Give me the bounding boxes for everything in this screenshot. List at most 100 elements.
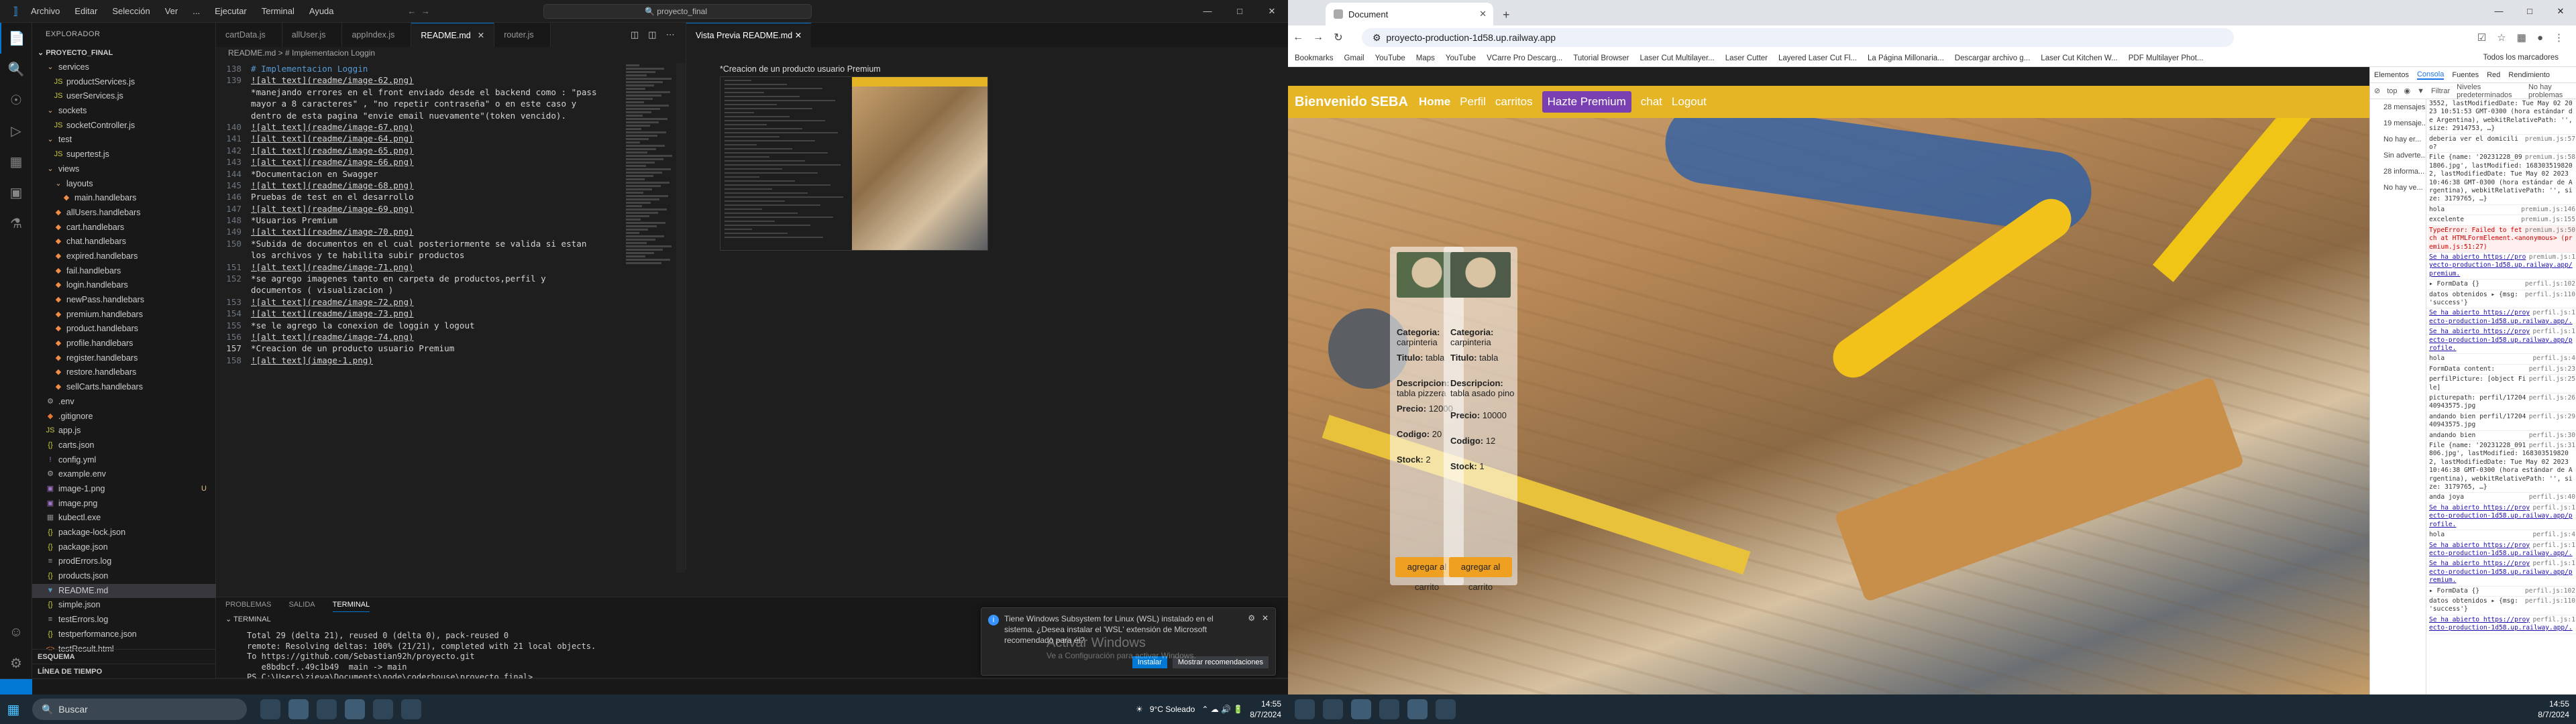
- tree-item-services[interactable]: ⌄ services: [32, 60, 216, 75]
- bookmark-item[interactable]: Maps: [1416, 54, 1435, 62]
- console-entry[interactable]: premium.js:1 Se ha abierto https://proyec…: [2428, 253, 2576, 280]
- devtools-tab-elementos[interactable]: Elementos: [2374, 71, 2409, 79]
- console-sidebar-item[interactable]: No hay ve...: [2370, 180, 2426, 196]
- add-to-cart-button[interactable]: agregar al carrito: [1449, 557, 1512, 592]
- address-bar[interactable]: ⚙ proyecto-production-1d58.up.railway.ap…: [1362, 28, 2234, 47]
- nav-home[interactable]: Home: [1419, 95, 1450, 109]
- extensions-icon[interactable]: ▦: [0, 146, 32, 177]
- tree-item--env[interactable]: ⚙ .env: [32, 395, 216, 410]
- console-source-link[interactable]: perfil.js:1: [2532, 328, 2575, 336]
- tree-item-register-handlebars[interactable]: ◆ register.handlebars: [32, 351, 216, 366]
- tree-item-fail-handlebars[interactable]: ◆ fail.handlebars: [32, 264, 216, 279]
- windows-start-icon[interactable]: [1295, 699, 1315, 719]
- split-editor-icon[interactable]: ◫: [648, 29, 656, 40]
- nav-carritos[interactable]: carritos: [1495, 95, 1533, 109]
- console-source-link[interactable]: perfil.js:1: [2532, 616, 2575, 624]
- console-source-link[interactable]: perfil.js:26: [2529, 394, 2575, 402]
- console-entry[interactable]: perfil.js:102 ▸ FormData {}: [2428, 280, 2576, 290]
- account-icon[interactable]: ☺: [0, 617, 32, 648]
- tab-preview-readme[interactable]: Vista Previa README.md ✕: [686, 23, 812, 47]
- open-preview-icon[interactable]: ◫: [631, 29, 639, 40]
- console-source-link[interactable]: perfil.js:40: [2529, 493, 2575, 501]
- tree-item-premium-handlebars[interactable]: ◆ premium.handlebars: [32, 308, 216, 322]
- notification-gear-icon[interactable]: ⚙: [1248, 613, 1255, 623]
- console-entry[interactable]: perfil.js:26 picturepath: perfil/17204409…: [2428, 394, 2576, 412]
- bookmark-item[interactable]: Laser Cut Multilayer...: [1640, 54, 1715, 62]
- site-brand[interactable]: Bienvenido SEBA: [1295, 95, 1408, 110]
- nav-arrows-icon[interactable]: ← →: [408, 6, 430, 16]
- console-entry[interactable]: perfil.js:1 Se ha abierto https://proyect…: [2428, 559, 2576, 587]
- menu-item[interactable]: ...: [193, 6, 200, 16]
- tree-item-newpass-handlebars[interactable]: ◆ newPass.handlebars: [32, 293, 216, 308]
- menu-item[interactable]: Terminal: [262, 6, 294, 16]
- browser-tab[interactable]: Document ✕: [1326, 3, 1493, 25]
- console-entry[interactable]: premium.js:58 File {name: '20231228_09180…: [2428, 153, 2576, 205]
- source-control-icon[interactable]: ☉: [0, 84, 32, 115]
- remote-indicator-icon[interactable]: [0, 678, 32, 695]
- tree-item-testperformance-json[interactable]: {} testperformance.json: [32, 627, 216, 642]
- tab-readme-md[interactable]: README.md ✕: [411, 23, 495, 47]
- taskbar-app-icon[interactable]: [401, 699, 421, 719]
- tab-cartdata-js[interactable]: cartData.js: [216, 23, 282, 47]
- bookmark-item[interactable]: Bookmarks: [1295, 54, 1334, 62]
- notification-close-icon[interactable]: ✕: [1262, 613, 1269, 623]
- taskbar-app-icon[interactable]: [1407, 699, 1428, 719]
- taskbar-app-icon[interactable]: [288, 699, 309, 719]
- taskbar-app-icon[interactable]: [317, 699, 337, 719]
- tree-item-package-json[interactable]: {} package.json: [32, 540, 216, 555]
- bookmark-item[interactable]: YouTube: [1446, 54, 1476, 62]
- clock[interactable]: 14:55 8/7/2024: [1250, 699, 1281, 720]
- back-icon[interactable]: ←: [1288, 32, 1308, 44]
- tree-item-kubectl-exe[interactable]: ▦ kubectl.exe: [32, 511, 216, 526]
- console-entry[interactable]: perfil.js:1 Se ha abierto https://proyect…: [2428, 503, 2576, 531]
- console-source-link[interactable]: perfil.js:25: [2529, 375, 2575, 383]
- tree-item-testerrors-log[interactable]: ≡ testErrors.log: [32, 613, 216, 627]
- tree-item-chat-handlebars[interactable]: ◆ chat.handlebars: [32, 235, 216, 249]
- console-sidebar-item[interactable]: 28 informa...: [2370, 164, 2426, 180]
- console-entry[interactable]: 3552, lastModifiedDate: Tue May 02 2023 …: [2428, 99, 2576, 135]
- console-source-link[interactable]: perfil.js:102: [2525, 280, 2575, 288]
- tree-item-simple-json[interactable]: {} simple.json: [32, 598, 216, 613]
- console-entry[interactable]: perfil.js:102 ▸ FormData {}: [2428, 587, 2576, 597]
- console-messages[interactable]: 3552, lastModifiedDate: Tue May 02 2023 …: [2428, 99, 2576, 634]
- close-icon[interactable]: ✕: [1256, 0, 1288, 23]
- console-entry[interactable]: premium.js:57 deberia ver el domicilio?: [2428, 135, 2576, 154]
- minimize-icon[interactable]: —: [1191, 0, 1224, 23]
- panel-tab-terminal[interactable]: TERMINAL: [332, 597, 370, 612]
- bookmark-item[interactable]: La Página Millonaria...: [1868, 54, 1944, 62]
- tree-item-sockets[interactable]: ⌄ sockets: [32, 104, 216, 119]
- bookmark-star-icon[interactable]: ☆: [2497, 32, 2506, 44]
- close-icon[interactable]: ✕: [1479, 9, 1487, 19]
- bookmark-item[interactable]: Gmail: [1344, 54, 1364, 62]
- console-entry[interactable]: perfil.js:4 hola: [2428, 530, 2576, 541]
- tray-icons[interactable]: ⌃ ☁ 🔊 🔋: [1201, 705, 1243, 714]
- bookmark-item[interactable]: PDF Multilayer Phot...: [2129, 54, 2204, 62]
- reload-icon[interactable]: ↻: [1328, 31, 1348, 44]
- bookmark-item[interactable]: Layered Laser Cut Fl...: [1778, 54, 1857, 62]
- console-source-link[interactable]: premium.js:155: [2521, 216, 2575, 224]
- console-source-link[interactable]: perfil.js:1: [2532, 560, 2575, 568]
- nav-hazte-premium[interactable]: Hazte Premium: [1542, 91, 1631, 113]
- console-source-link[interactable]: perfil.js:102: [2525, 587, 2575, 595]
- tree-item-readme-md[interactable]: ▼ README.md: [32, 583, 216, 599]
- console-entry[interactable]: perfil.js:4 hola: [2428, 354, 2576, 365]
- tree-item-allusers-handlebars[interactable]: ◆ allUsers.handlebars: [32, 206, 216, 221]
- console-source-link[interactable]: premium.js:58: [2525, 154, 2575, 162]
- console-entry[interactable]: perfil.js:29 andando bien perfil/17204409…: [2428, 412, 2576, 431]
- tree-item-sellcarts-handlebars[interactable]: ◆ sellCarts.handlebars: [32, 380, 216, 395]
- weather-text[interactable]: 9°C Soleado: [1150, 705, 1195, 714]
- menu-item[interactable]: Ayuda: [309, 6, 334, 16]
- console-error[interactable]: premium.js:50 TypeError: Failed to fetch …: [2428, 225, 2576, 253]
- tree-item-profile-handlebars[interactable]: ◆ profile.handlebars: [32, 337, 216, 351]
- breadcrumb[interactable]: README.md > # Implementacion Loggin: [228, 48, 375, 62]
- menu-item[interactable]: Ejecutar: [215, 6, 247, 16]
- tree-item-login-handlebars[interactable]: ◆ login.handlebars: [32, 278, 216, 293]
- explorer-icon[interactable]: 📄: [0, 23, 32, 54]
- filter-input[interactable]: Filtrar: [2431, 87, 2450, 95]
- taskbar-app-icon[interactable]: [1436, 699, 1456, 719]
- new-tab-icon[interactable]: +: [1503, 8, 1510, 22]
- tab-appindex-js[interactable]: appIndex.js: [342, 23, 412, 47]
- console-entry[interactable]: perfil.js:1 Se ha abierto https://proyect…: [2428, 327, 2576, 355]
- menu-item[interactable]: Selección: [112, 6, 150, 16]
- issues-label[interactable]: No hay problemas: [2528, 83, 2576, 99]
